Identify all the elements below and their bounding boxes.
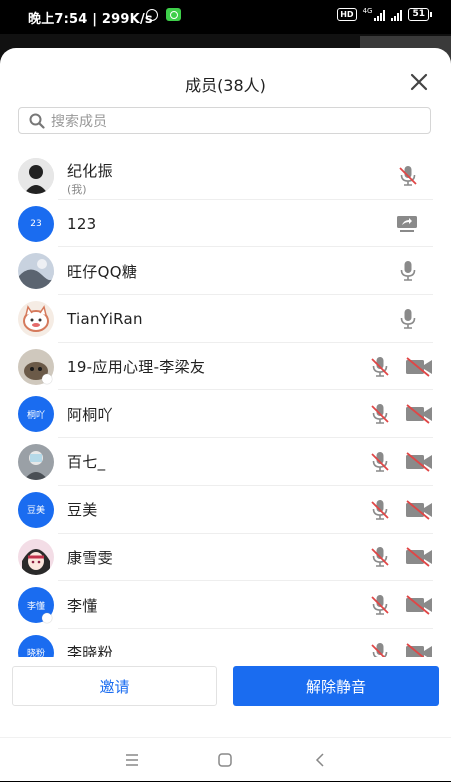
search-icon bbox=[29, 113, 45, 129]
invite-button[interactable]: 邀请 bbox=[12, 666, 217, 706]
avatar bbox=[18, 253, 54, 290]
member-row[interactable]: 纪化振 (我) bbox=[0, 152, 451, 200]
unmute-all-button[interactable]: 解除静音 bbox=[233, 666, 439, 706]
member-name: 阿桐吖 bbox=[67, 405, 113, 424]
camera-off-icon[interactable] bbox=[405, 452, 433, 472]
member-row[interactable]: 百七_ bbox=[0, 438, 451, 486]
close-icon[interactable] bbox=[409, 72, 429, 92]
member-name: 纪化振 bbox=[67, 162, 113, 180]
status-time-speed: 晚上7:54 | 299K/s bbox=[28, 12, 153, 27]
search-input[interactable]: 搜索成员 bbox=[18, 107, 431, 134]
hd-icon: HD bbox=[337, 8, 357, 21]
signal-icon-2 bbox=[391, 9, 403, 21]
camera-off-icon[interactable] bbox=[405, 499, 433, 520]
member-name: 旺仔QQ糖 bbox=[67, 262, 138, 281]
camera-off-icon[interactable] bbox=[405, 547, 433, 568]
member-row[interactable]: 23 123 bbox=[0, 200, 451, 248]
mic-muted-icon[interactable] bbox=[370, 594, 390, 616]
member-row[interactable]: 晓粉 李晓粉 bbox=[0, 629, 451, 660]
member-row[interactable]: 康雪雯 bbox=[0, 534, 451, 582]
system-nav-bar bbox=[0, 737, 451, 782]
network-type: 4G bbox=[362, 6, 373, 15]
page-title: 成员(38人) bbox=[185, 76, 266, 95]
member-name: 123 bbox=[67, 214, 97, 233]
battery-icon: 51 bbox=[408, 8, 432, 21]
avatar-text: 桐吖 bbox=[26, 410, 45, 421]
screen-share-icon[interactable] bbox=[396, 215, 418, 233]
avatar: 桐吖 bbox=[18, 396, 54, 433]
member-name: 李懂 bbox=[67, 596, 98, 615]
mic-muted-icon[interactable] bbox=[370, 499, 390, 521]
camera-off-icon[interactable] bbox=[405, 356, 433, 377]
member-name: 百七_ bbox=[67, 453, 106, 472]
avatar: 豆美 bbox=[18, 491, 54, 528]
avatar bbox=[18, 539, 54, 576]
member-list[interactable]: 纪化振 (我) 23 123 旺仔QQ糖 TianYiRan 19-应用心理-李… bbox=[0, 152, 451, 660]
mic-muted-icon[interactable] bbox=[370, 356, 390, 378]
members-sheet: 成员(38人) 搜索成员 纪化振 (我) 23 123 旺仔QQ糖 TianYi… bbox=[0, 48, 451, 781]
member-row[interactable]: 豆美 豆美 bbox=[0, 486, 451, 534]
avatar: 23 bbox=[18, 205, 54, 242]
mic-muted-icon[interactable] bbox=[370, 403, 390, 425]
member-name: 豆美 bbox=[67, 501, 98, 520]
member-name: 19-应用心理-李梁友 bbox=[67, 358, 206, 377]
status-bar: 晚上7:54 | 299K/s HD 4G 51 bbox=[0, 0, 451, 34]
avatar bbox=[18, 443, 54, 480]
member-name: 康雪雯 bbox=[67, 548, 113, 567]
menu-icon[interactable] bbox=[120, 750, 144, 770]
status-dot bbox=[42, 374, 52, 385]
app-notification-icon bbox=[166, 8, 181, 21]
avatar bbox=[18, 300, 54, 337]
member-row[interactable]: 李懂 李懂 bbox=[0, 581, 451, 629]
signal-icon bbox=[374, 9, 386, 21]
avatar-text: 李懂 bbox=[26, 601, 45, 612]
camera-off-icon[interactable] bbox=[405, 404, 433, 424]
member-row[interactable]: TianYiRan bbox=[0, 295, 451, 343]
member-name: TianYiRan bbox=[67, 309, 143, 328]
search-placeholder: 搜索成员 bbox=[51, 113, 107, 130]
alarm-icon bbox=[146, 9, 158, 21]
avatar bbox=[18, 157, 54, 194]
mic-icon[interactable] bbox=[398, 308, 418, 330]
back-icon[interactable] bbox=[308, 750, 332, 770]
mic-muted-icon[interactable] bbox=[370, 546, 390, 568]
camera-off-icon[interactable] bbox=[405, 595, 433, 615]
mic-muted-icon[interactable] bbox=[370, 451, 390, 473]
member-row[interactable]: 19-应用心理-李梁友 bbox=[0, 343, 451, 391]
mic-icon[interactable] bbox=[398, 260, 418, 282]
member-row[interactable]: 桐吖 阿桐吖 bbox=[0, 390, 451, 438]
avatar-text: 23 bbox=[30, 218, 42, 229]
action-bar: 邀请 解除静音 bbox=[0, 657, 451, 737]
member-row[interactable]: 旺仔QQ糖 bbox=[0, 247, 451, 295]
status-dot bbox=[42, 612, 52, 623]
avatar-text: 豆美 bbox=[26, 506, 45, 517]
mic-muted-icon[interactable] bbox=[398, 165, 418, 187]
member-self-label: (我) bbox=[67, 183, 87, 196]
home-icon[interactable] bbox=[213, 750, 237, 770]
